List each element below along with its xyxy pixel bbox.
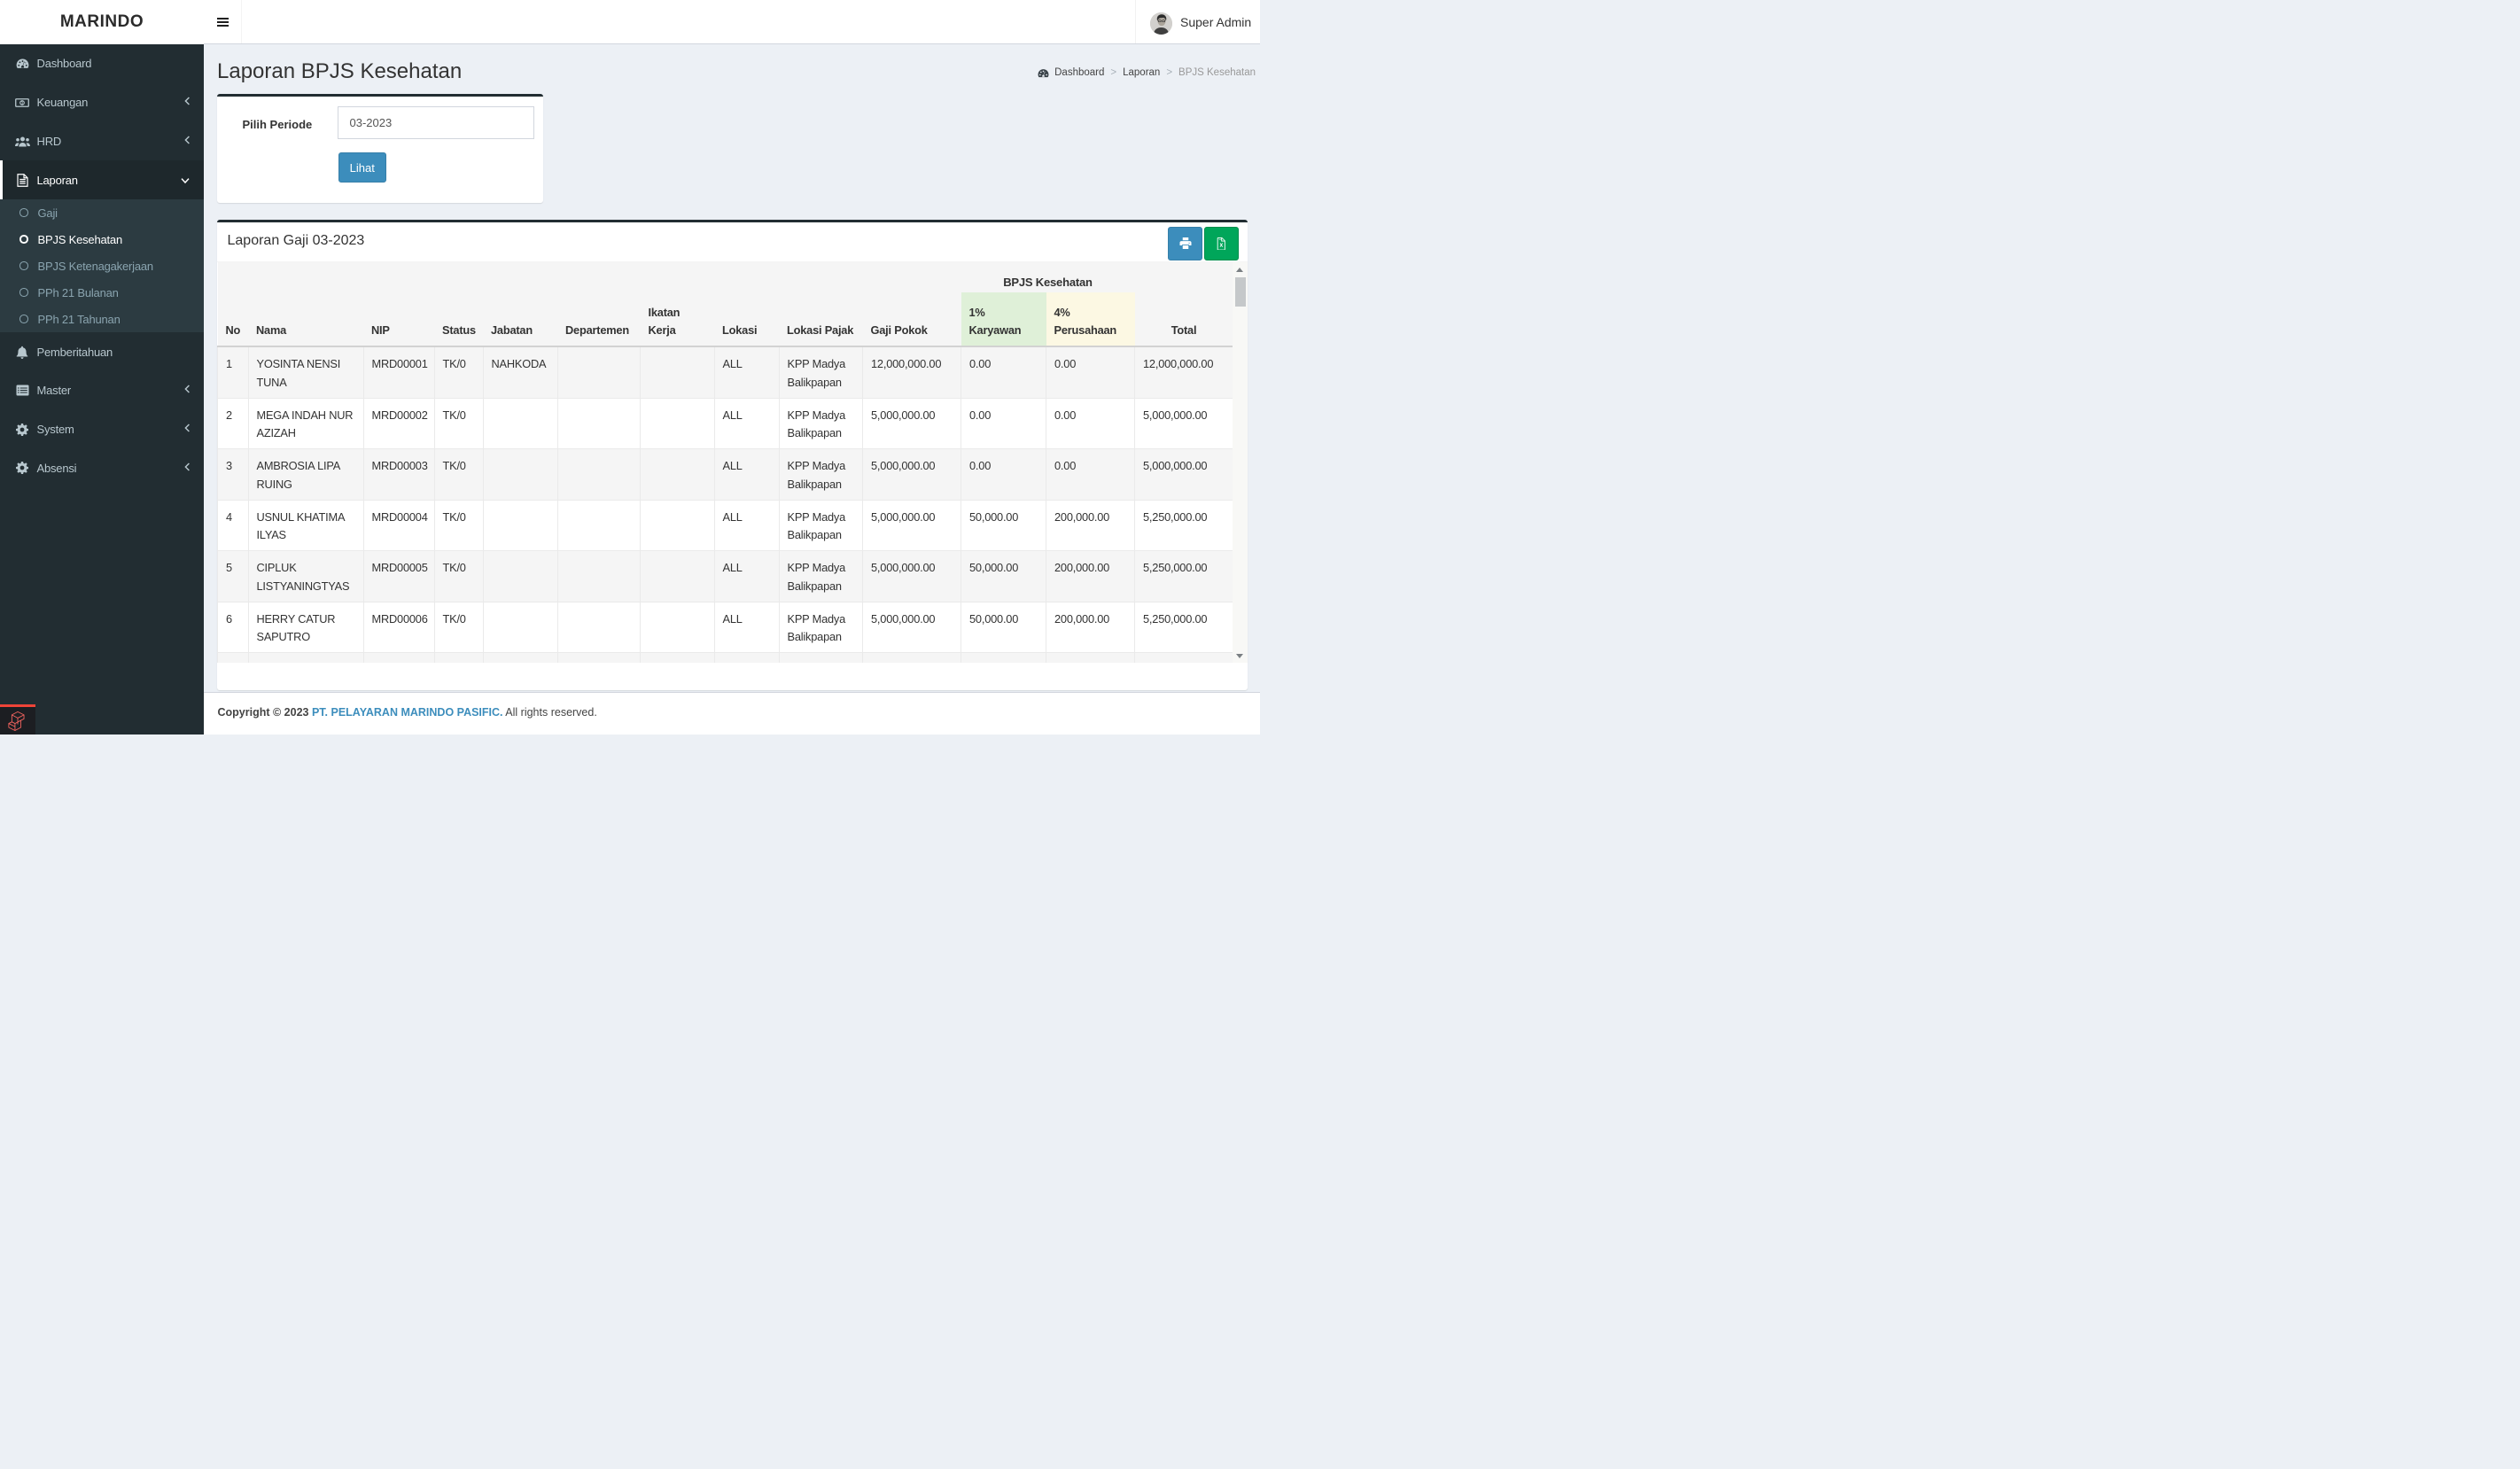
svg-text:1: 1 [21,100,24,105]
